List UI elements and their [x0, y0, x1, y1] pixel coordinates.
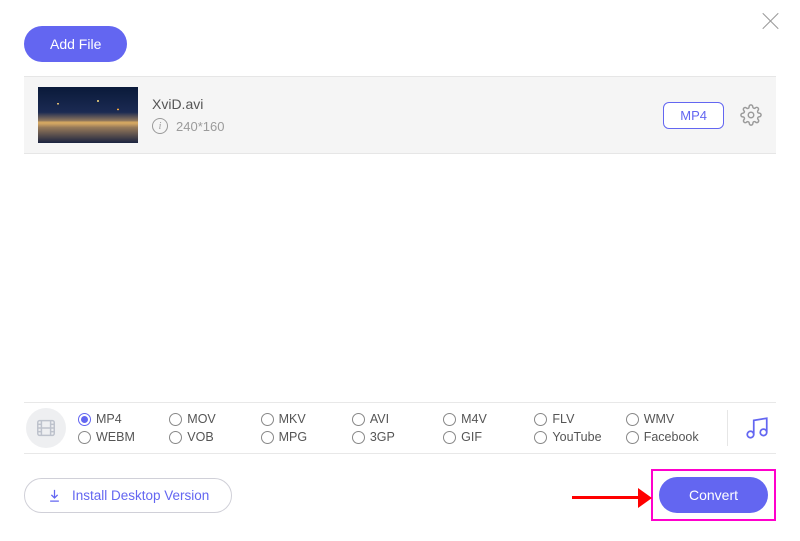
format-option-wmv[interactable]: WMV: [626, 412, 711, 426]
annotation-arrow: [572, 488, 652, 492]
format-label: Facebook: [644, 430, 699, 444]
install-desktop-button[interactable]: Install Desktop Version: [24, 478, 232, 513]
radio-icon: [78, 413, 91, 426]
radio-icon: [626, 431, 639, 444]
format-label: VOB: [187, 430, 213, 444]
convert-highlight-box: Convert: [651, 469, 776, 521]
radio-icon: [352, 431, 365, 444]
format-label: WMV: [644, 412, 675, 426]
format-option-mp4[interactable]: MP4: [78, 412, 163, 426]
radio-icon: [534, 413, 547, 426]
radio-icon: [534, 431, 547, 444]
radio-icon: [261, 413, 274, 426]
format-label: WEBM: [96, 430, 135, 444]
radio-icon: [78, 431, 91, 444]
radio-icon: [352, 413, 365, 426]
radio-icon: [261, 431, 274, 444]
format-option-gif[interactable]: GIF: [443, 430, 528, 444]
bottom-bar: Install Desktop Version Convert: [24, 470, 776, 520]
format-option-facebook[interactable]: Facebook: [626, 430, 711, 444]
close-icon[interactable]: [760, 10, 782, 32]
radio-icon: [169, 431, 182, 444]
download-icon: [47, 488, 62, 503]
add-file-button[interactable]: Add File: [24, 26, 127, 62]
format-grid: MP4 MOV MKV AVI M4V FLV WMV WEBM VOB MPG 3GP GIF You…: [78, 412, 711, 444]
format-option-youtube[interactable]: YouTube: [534, 430, 619, 444]
format-label: MKV: [279, 412, 306, 426]
file-meta: XviD.avi i 240*160: [152, 96, 663, 134]
format-label: MPG: [279, 430, 307, 444]
file-row: XviD.avi i 240*160 MP4: [24, 76, 776, 154]
format-option-mkv[interactable]: MKV: [261, 412, 346, 426]
format-option-webm[interactable]: WEBM: [78, 430, 163, 444]
format-option-mpg[interactable]: MPG: [261, 430, 346, 444]
format-label: 3GP: [370, 430, 395, 444]
format-option-mov[interactable]: MOV: [169, 412, 254, 426]
file-resolution-row: i 240*160: [152, 118, 663, 134]
gear-icon[interactable]: [740, 104, 762, 126]
format-option-avi[interactable]: AVI: [352, 412, 437, 426]
separator: [727, 410, 728, 446]
install-desktop-label: Install Desktop Version: [72, 488, 209, 503]
video-thumbnail: [38, 87, 138, 143]
video-category-icon[interactable]: [26, 408, 66, 448]
format-label: YouTube: [552, 430, 601, 444]
format-option-flv[interactable]: FLV: [534, 412, 619, 426]
format-panel: MP4 MOV MKV AVI M4V FLV WMV WEBM VOB MPG 3GP GIF You…: [24, 402, 776, 454]
output-format-button[interactable]: MP4: [663, 102, 724, 129]
format-label: MOV: [187, 412, 215, 426]
radio-icon: [169, 413, 182, 426]
format-option-3gp[interactable]: 3GP: [352, 430, 437, 444]
convert-button[interactable]: Convert: [659, 477, 768, 513]
file-resolution: 240*160: [176, 119, 224, 134]
format-label: GIF: [461, 430, 482, 444]
radio-icon: [443, 431, 456, 444]
format-option-m4v[interactable]: M4V: [443, 412, 528, 426]
audio-category-icon[interactable]: [744, 415, 770, 441]
format-label: AVI: [370, 412, 389, 426]
format-option-vob[interactable]: VOB: [169, 430, 254, 444]
info-icon[interactable]: i: [152, 118, 168, 134]
file-name: XviD.avi: [152, 96, 663, 112]
radio-icon: [626, 413, 639, 426]
format-label: FLV: [552, 412, 574, 426]
radio-icon: [443, 413, 456, 426]
format-label: M4V: [461, 412, 487, 426]
format-label: MP4: [96, 412, 122, 426]
